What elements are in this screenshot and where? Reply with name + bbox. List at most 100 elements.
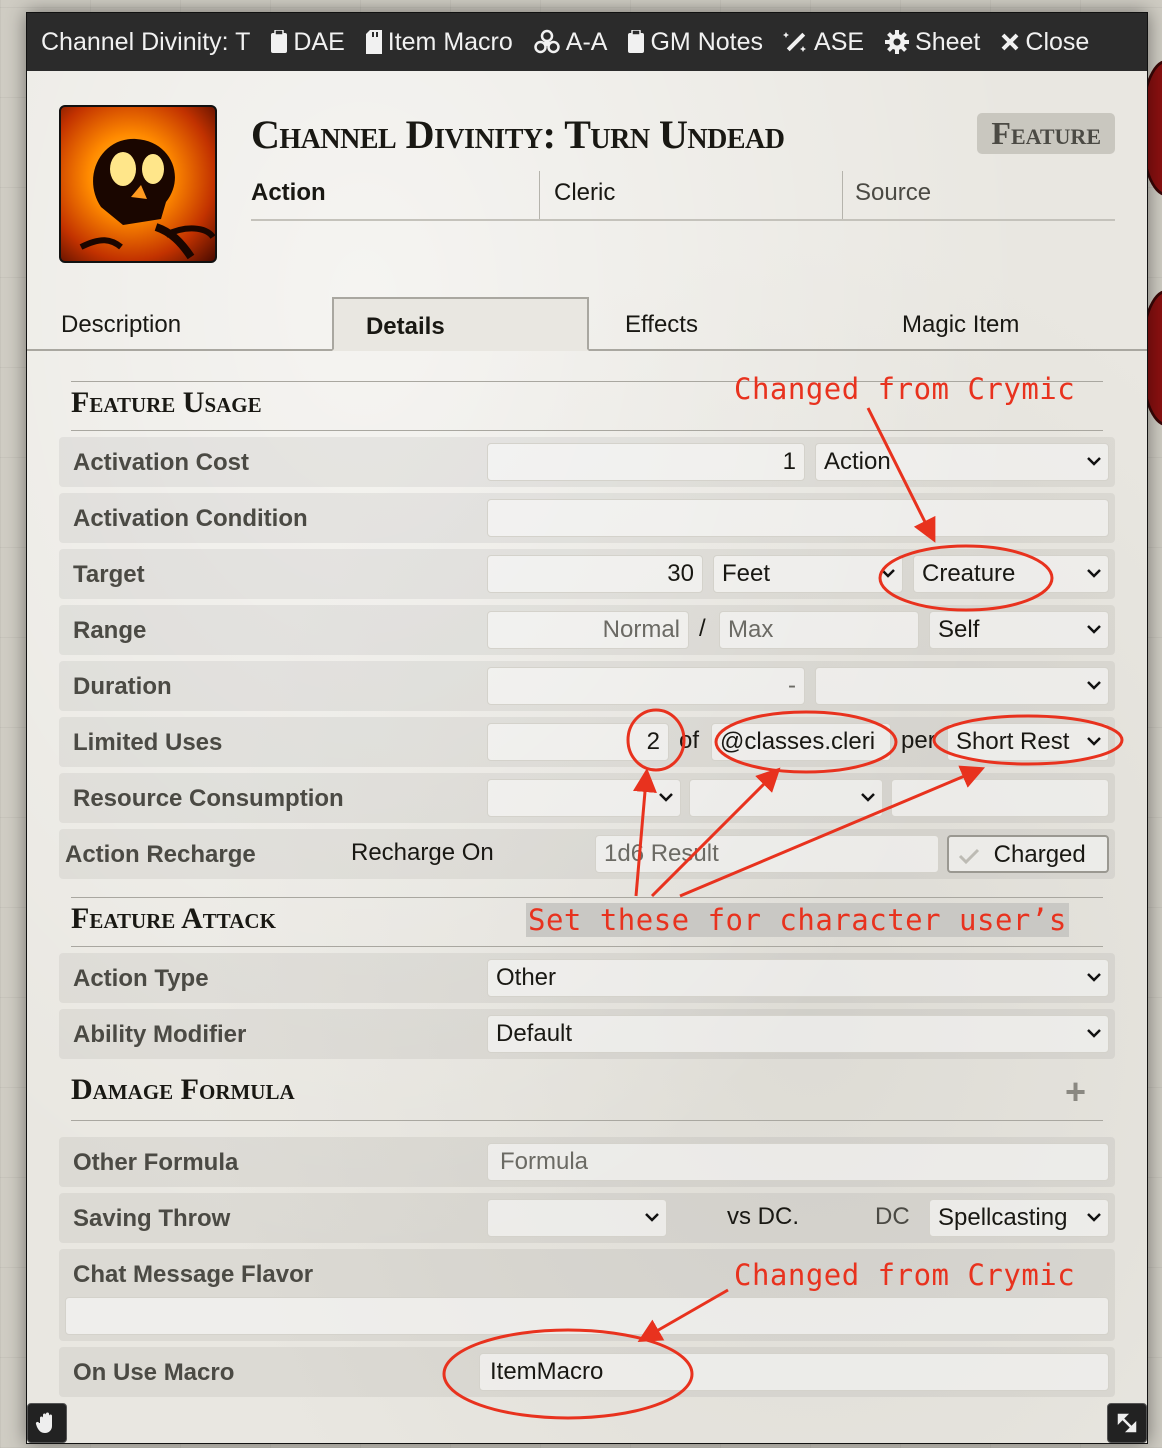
tab-details[interactable]: Details <box>331 297 590 351</box>
requirements-field[interactable]: Cleric <box>540 171 843 219</box>
consume-target-select[interactable] <box>689 779 883 817</box>
recharge-charged-toggle[interactable]: Charged <box>947 835 1109 873</box>
source-field[interactable]: Source <box>843 171 1115 219</box>
gm-notes-button[interactable]: GM Notes <box>627 28 763 57</box>
sheet-tabs: Description Details Effects Magic Item <box>27 297 1147 351</box>
target-units-select[interactable]: Feet <box>713 555 903 593</box>
range-label: Range <box>73 617 147 644</box>
chevron-down-icon <box>1087 681 1101 690</box>
ability-modifier-label: Ability Modifier <box>73 1021 247 1048</box>
target-type-select[interactable]: Creature <box>913 555 1109 593</box>
hand-tool-button[interactable] <box>27 1403 67 1443</box>
item-portrait[interactable] <box>59 105 217 263</box>
save-scaling-select[interactable]: Spellcasting <box>929 1199 1109 1237</box>
limited-uses-label: Limited Uses <box>73 729 223 756</box>
duration-value-input[interactable]: - <box>487 667 805 705</box>
uses-value-input[interactable]: 2 <box>487 723 669 761</box>
activation-condition-label: Activation Condition <box>73 505 308 532</box>
action-type-select[interactable]: Other <box>487 959 1109 997</box>
window-title: Channel Divinity: T <box>41 27 251 56</box>
range-max-input[interactable]: Max <box>719 611 919 649</box>
window-titlebar[interactable]: Channel Divinity: T DAE Item Macro A-A G… <box>27 13 1147 71</box>
magic-wand-icon <box>783 32 807 52</box>
resize-icon <box>1117 1413 1137 1433</box>
dae-button[interactable]: DAE <box>270 28 345 57</box>
item-header: Channel Divinity: Turn Undead Feature Ac… <box>59 105 1115 265</box>
vs-dc-label: vs DC. <box>727 1203 799 1230</box>
a-a-button[interactable]: A-A <box>533 28 607 57</box>
dc-label: DC <box>875 1203 910 1230</box>
check-icon <box>958 848 980 864</box>
activation-condition-row: Activation Condition <box>59 493 1115 543</box>
action-recharge-label: Action Recharge <box>65 841 256 868</box>
skull-icon <box>79 138 215 260</box>
save-ability-select[interactable] <box>487 1199 667 1237</box>
other-formula-input[interactable]: Formula <box>487 1143 1109 1181</box>
chevron-down-icon <box>1087 1029 1101 1038</box>
chevron-down-icon <box>881 569 895 578</box>
annotation-set-these: Set these for character user’s <box>526 903 1069 937</box>
tab-description[interactable]: Description <box>27 297 306 349</box>
activation-cost-label: Activation Cost <box>73 449 250 476</box>
target-value-input[interactable]: 30 <box>487 555 703 593</box>
limited-uses-row: Limited Uses 2 of @classes.cleri per Sho… <box>59 717 1115 767</box>
annotation-changed-top: Changed from Crymic <box>734 372 1076 406</box>
resource-consumption-label: Resource Consumption <box>73 785 344 812</box>
consume-type-select[interactable] <box>487 779 681 817</box>
damage-formula-heading: Damage Formula <box>71 1069 1103 1121</box>
activation-condition-input[interactable] <box>487 499 1109 537</box>
ability-modifier-select[interactable]: Default <box>487 1015 1109 1053</box>
range-normal-input[interactable]: Normal <box>487 611 689 649</box>
hand-icon <box>35 1412 52 1433</box>
uses-max-input[interactable]: @classes.cleri <box>711 723 891 761</box>
recharge-on-label: Recharge On <box>351 839 494 866</box>
on-use-macro-input[interactable]: ItemMacro <box>479 1353 1109 1391</box>
activation-cost-input[interactable]: 1 <box>487 443 805 481</box>
item-name[interactable]: Channel Divinity: Turn Undead <box>251 111 785 158</box>
saving-throw-row: Saving Throw vs DC. DC Spellcasting <box>59 1193 1115 1243</box>
action-type-row: Action Type Other <box>59 953 1115 1003</box>
item-macro-button[interactable]: Item Macro <box>365 28 513 57</box>
uses-of-label: of <box>679 727 700 754</box>
add-damage-button[interactable]: + <box>1065 1071 1086 1113</box>
activation-type-select[interactable]: Action <box>815 443 1109 481</box>
action-recharge-row: Action Recharge Recharge On 1d6 Result C… <box>59 829 1115 879</box>
uses-per-label: per <box>901 727 936 754</box>
chevron-down-icon <box>1087 1213 1101 1222</box>
close-button[interactable]: Close <box>1000 28 1089 57</box>
tab-effects[interactable]: Effects <box>589 297 868 349</box>
chevron-down-icon <box>1087 569 1101 578</box>
saving-throw-label: Saving Throw <box>73 1205 231 1232</box>
resource-consumption-row: Resource Consumption <box>59 773 1115 823</box>
range-units-select[interactable]: Self <box>929 611 1109 649</box>
range-row: Range Normal / Max Self <box>59 605 1115 655</box>
consume-amount-input[interactable] <box>891 779 1109 817</box>
other-formula-row: Other Formula Formula <box>59 1137 1115 1187</box>
sheet-button[interactable]: Sheet <box>884 28 980 57</box>
activation-cost-row: Activation Cost 1 Action <box>59 437 1115 487</box>
duration-label: Duration <box>73 673 172 700</box>
duration-units-select[interactable] <box>815 667 1109 705</box>
resize-handle[interactable] <box>1107 1403 1147 1443</box>
chevron-down-icon <box>1087 973 1101 982</box>
clipboard-icon <box>271 30 288 53</box>
uses-period-select[interactable]: Short Rest <box>947 723 1109 761</box>
chat-flavor-input[interactable] <box>65 1297 1109 1335</box>
chevron-down-icon <box>1087 625 1101 634</box>
item-type-badge: Feature <box>977 113 1115 154</box>
clipboard-icon <box>628 30 645 53</box>
gear-icon <box>885 30 910 54</box>
on-use-macro-row: On Use Macro ItemMacro <box>59 1347 1115 1397</box>
target-row: Target 30 Feet Creature <box>59 549 1115 599</box>
chevron-down-icon <box>1087 457 1101 466</box>
action-type-label: Action Type <box>73 965 209 992</box>
activation-summary: Action <box>251 171 540 219</box>
tab-magic-item[interactable]: Magic Item <box>868 297 1147 349</box>
other-formula-label: Other Formula <box>73 1149 239 1176</box>
item-sheet-window: Channel Divinity: T DAE Item Macro A-A G… <box>26 12 1148 1444</box>
recharge-value-input[interactable]: 1d6 Result <box>595 835 939 873</box>
chevron-down-icon <box>659 793 673 802</box>
ase-button[interactable]: ASE <box>783 28 864 57</box>
chevron-down-icon <box>1087 737 1101 746</box>
annotation-changed-bottom: Changed from Crymic <box>734 1258 1076 1292</box>
